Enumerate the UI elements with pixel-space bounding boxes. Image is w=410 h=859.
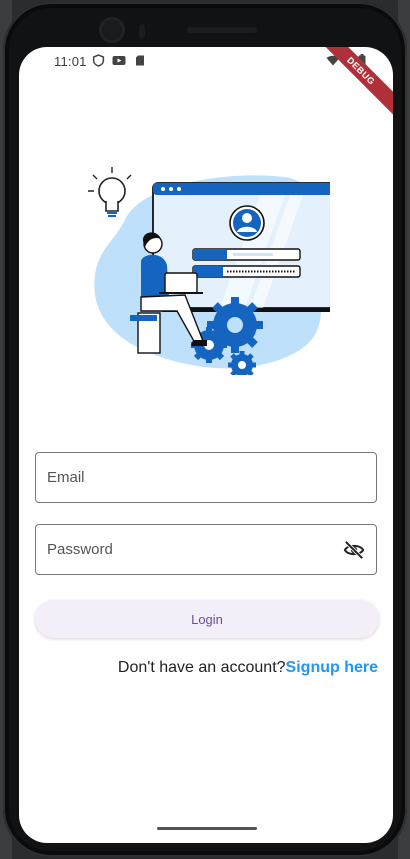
phone-frame: 11:01 DEBUG Email Login Don't have an ac…: [3, 2, 407, 857]
password-field[interactable]: [35, 524, 377, 575]
status-time: 11:01: [54, 54, 87, 69]
email-field[interactable]: [35, 452, 377, 503]
email-input[interactable]: [36, 453, 376, 502]
login-button[interactable]: Login: [35, 600, 379, 638]
proximity-sensor: [139, 24, 145, 38]
youtube-icon: [112, 56, 126, 65]
shield-icon: [92, 54, 105, 67]
lightbulb-icon: [88, 167, 132, 217]
password-input[interactable]: [36, 525, 376, 574]
app-screen: 11:01 DEBUG Email Login Don't have an ac…: [19, 47, 393, 843]
signup-prompt: Don't have an account?: [117, 659, 286, 676]
visibility-off-icon[interactable]: [343, 540, 365, 560]
earpiece-speaker: [187, 27, 257, 33]
front-camera: [99, 17, 125, 43]
signup-link[interactable]: Signup here: [286, 659, 378, 676]
sd-card-icon: [136, 55, 144, 66]
home-indicator[interactable]: [157, 827, 257, 830]
signup-row: Don't have an account?Signup here: [118, 659, 378, 677]
login-illustration: [88, 167, 330, 375]
